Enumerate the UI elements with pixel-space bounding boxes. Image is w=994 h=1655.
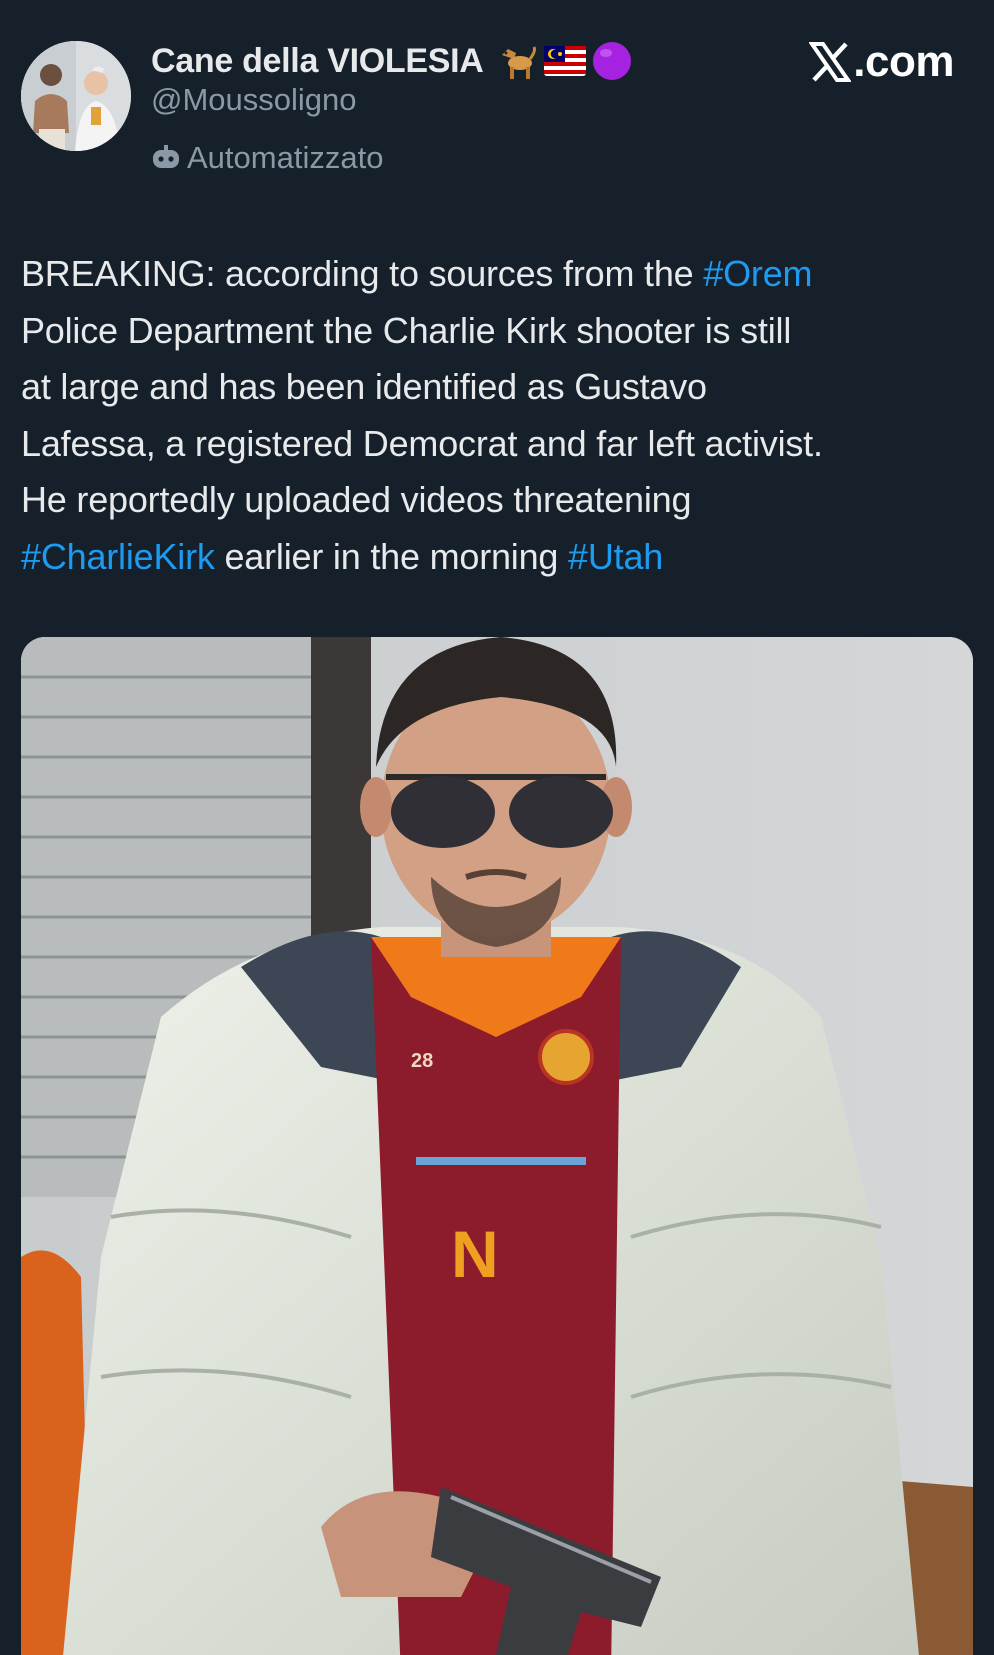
site-logo-text: .com (853, 37, 954, 86)
robot-icon (153, 145, 179, 168)
post-text-line: BREAKING: according to sources from the … (21, 246, 976, 303)
hashtag-link[interactable]: #CharlieKirk (21, 536, 215, 577)
post-text-line: Police Department the Charlie Kirk shoot… (21, 303, 976, 360)
post-text-line: #CharlieKirk earlier in the morning #Uta… (21, 529, 976, 586)
post-text-line: at large and has been identified as Gust… (21, 359, 976, 416)
purple-circle-emoji (592, 42, 631, 80)
x-logo-icon (809, 42, 852, 82)
display-name[interactable]: Cane della VIOLESIA (151, 42, 484, 81)
post-text-segment: He reportedly uploaded videos threatenin… (21, 479, 692, 521)
avatar[interactable] (21, 41, 131, 151)
post-image[interactable]: 28 N (21, 637, 973, 1655)
hashtag-link[interactable]: #Utah (568, 536, 663, 577)
jersey-number: 28 (411, 1050, 433, 1072)
hashtag-link[interactable]: #Orem (703, 253, 812, 294)
post-text-segment: at large and has been identified as Gust… (21, 366, 707, 408)
dog-emoji (501, 46, 536, 79)
post-text-segment: BREAKING: according to sources from the (21, 253, 704, 294)
author-handle[interactable]: @Moussoligno (151, 82, 357, 118)
post-text-segment: earlier in the morning (214, 535, 569, 577)
post-text-segment: Lafessa, a registered Democrat and far l… (21, 422, 823, 464)
name-row: Cane della VIOLESIA (151, 36, 632, 86)
malaysia-flag-emoji (543, 46, 586, 76)
automated-label: Automatizzato (187, 140, 384, 175)
site-logo: .com (809, 36, 954, 88)
post-header: Cane della VIOLESIA @Moussoligno Automat… (0, 0, 994, 200)
post-text-segment: Police Department the Charlie Kirk shoot… (21, 309, 792, 351)
automated-label-row: Automatizzato (151, 138, 383, 178)
author-badges (494, 41, 632, 81)
post-text: BREAKING: according to sources from the … (21, 246, 976, 586)
jersey-letter: N (451, 1217, 499, 1291)
post-text-line: He reportedly uploaded videos threatenin… (21, 472, 976, 529)
post-text-line: Lafessa, a registered Democrat and far l… (21, 416, 976, 473)
